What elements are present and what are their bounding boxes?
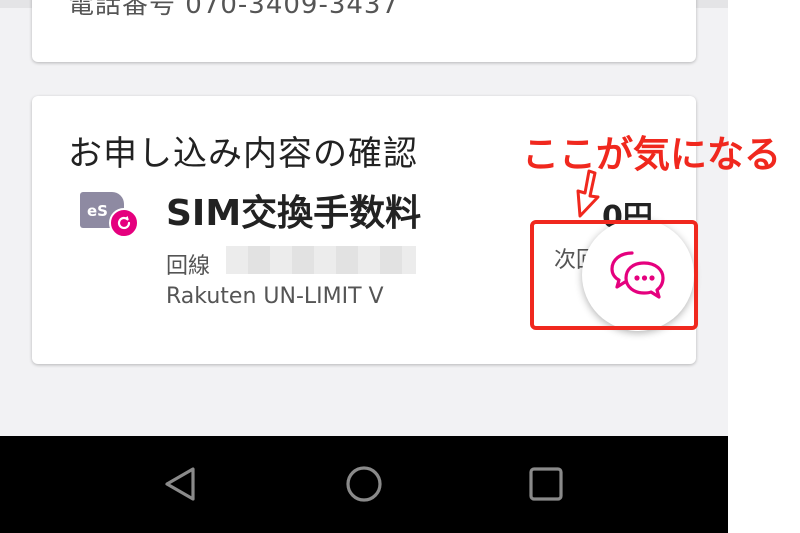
- phone-card: 電話番号 070-3409-3437: [32, 0, 696, 62]
- plan-name: Rakuten UN-LIMIT V: [166, 284, 384, 309]
- nav-back-button[interactable]: [158, 462, 202, 506]
- annotation-arrow-icon: [576, 169, 600, 218]
- android-nav-bar: [0, 436, 728, 533]
- line-label: 回線: [166, 254, 211, 279]
- annotation-highlight-box: [530, 220, 698, 330]
- esim-icon: eS: [80, 188, 139, 238]
- sim-icon-text: eS: [87, 202, 108, 220]
- nav-recents-icon: [529, 467, 563, 501]
- line-value-redacted: [226, 246, 416, 274]
- phone-number: 電話番号 070-3409-3437: [68, 0, 399, 20]
- app-screen: 電話番号 070-3409-3437 お申し込み内容の確認 eS SIM交換手数…: [0, 0, 728, 436]
- order-card-title: お申し込み内容の確認: [68, 134, 418, 174]
- nav-back-icon: [165, 467, 195, 501]
- nav-recents-button[interactable]: [524, 462, 568, 506]
- annotation-text: ここが気になる: [522, 133, 781, 176]
- item-name: SIM交換手数料: [166, 193, 422, 234]
- refresh-icon: [109, 208, 139, 238]
- nav-home-icon: [346, 466, 382, 502]
- nav-home-button[interactable]: [342, 462, 386, 506]
